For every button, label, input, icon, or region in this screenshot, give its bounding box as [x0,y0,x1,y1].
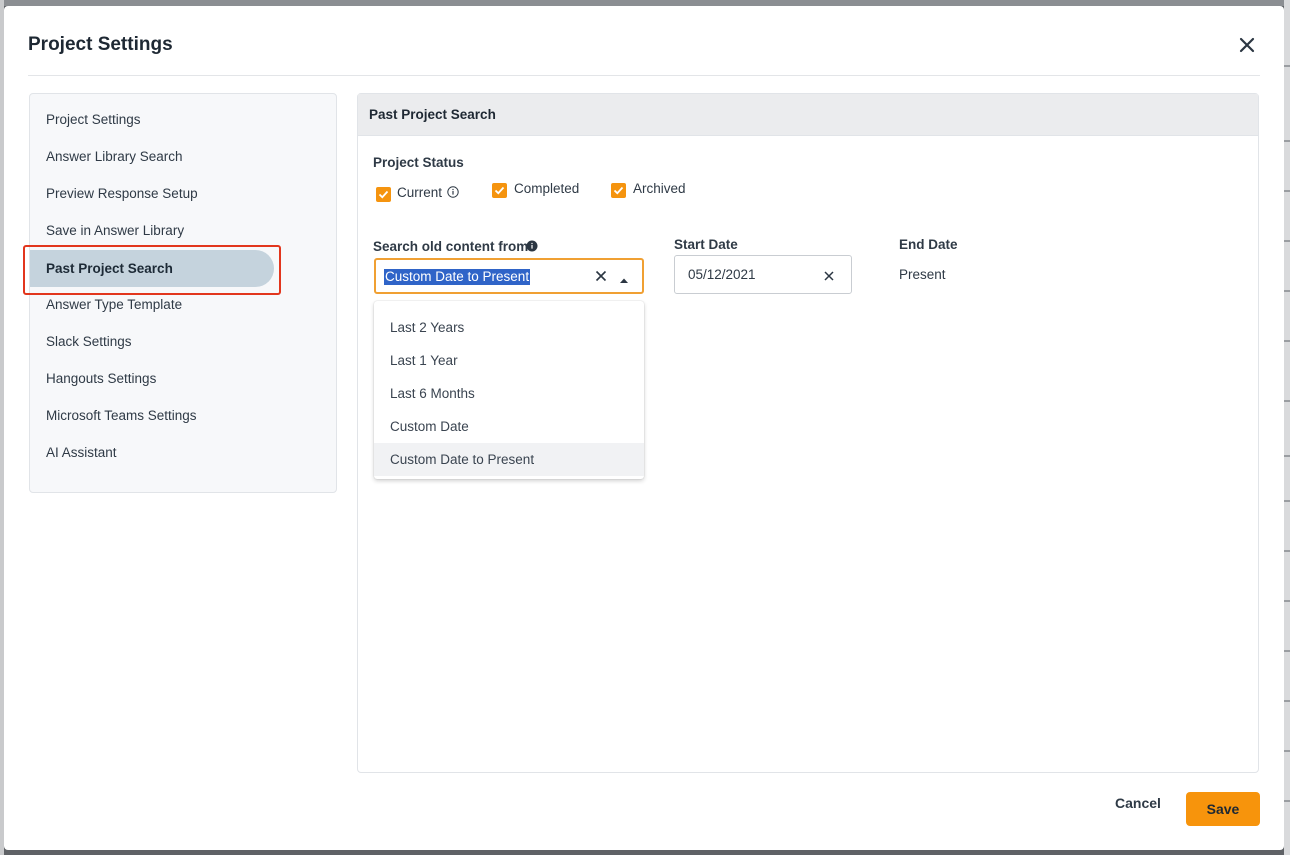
option-last-6-months[interactable]: Last 6 Months [374,377,644,410]
sidebar-item-hangouts-settings[interactable]: Hangouts Settings [30,360,280,397]
modal-header: Project Settings [28,6,1260,76]
option-custom-date-to-present[interactable]: Custom Date to Present [374,443,644,476]
project-status-label: Project Status [373,155,464,170]
archived-checkbox-label: Archived [633,181,686,196]
current-checkbox-label: Current [397,185,443,200]
completed-checkbox-label: Completed [514,181,580,196]
search-from-label: Search old content from [373,239,529,254]
background-app-right [1284,0,1290,855]
caret-up-icon[interactable] [619,272,629,283]
info-outline-icon[interactable] [447,185,459,198]
option-last-1-year[interactable]: Last 1 Year [374,344,644,377]
sidebar-item-ai-assistant[interactable]: AI Assistant [30,434,280,471]
start-date-input[interactable]: 05/12/2021 [674,255,852,294]
cancel-button[interactable]: Cancel [1103,786,1173,820]
sidebar-item-microsoft-teams-settings[interactable]: Microsoft Teams Settings [30,397,280,434]
sidebar-item-slack-settings[interactable]: Slack Settings [30,323,280,360]
clear-icon[interactable] [594,269,608,283]
modal-title: Project Settings [28,34,173,55]
end-date-label: End Date [899,237,958,252]
clear-date-icon[interactable] [823,269,835,281]
save-button[interactable]: Save [1186,792,1260,826]
panel-title: Past Project Search [358,94,1258,136]
current-checkbox[interactable] [376,187,391,202]
close-icon[interactable] [1236,34,1258,56]
select-value: Custom Date to Present [384,269,531,285]
completed-checkbox[interactable] [492,183,507,198]
project-settings-modal: Project Settings Project Settings Answer… [4,6,1284,850]
option-last-2-years[interactable]: Last 2 Years [374,311,644,344]
option-custom-date[interactable]: Custom Date [374,410,644,443]
archived-checkbox[interactable] [611,183,626,198]
sidebar-item-preview-response-setup[interactable]: Preview Response Setup [30,175,280,212]
sidebar-item-answer-type-template[interactable]: Answer Type Template [30,286,280,323]
search-from-select[interactable]: Custom Date to Present [374,258,644,294]
info-filled-icon[interactable] [526,239,538,252]
sidebar-item-project-settings[interactable]: Project Settings [30,101,280,138]
sidebar-item-save-in-answer-library[interactable]: Save in Answer Library [30,212,280,249]
start-date-value: 05/12/2021 [688,267,756,282]
past-project-search-panel: Past Project Search Project Status Curre… [357,93,1259,773]
sidebar-item-answer-library-search[interactable]: Answer Library Search [30,138,280,175]
sidebar-item-past-project-search[interactable]: Past Project Search [30,250,274,287]
start-date-label: Start Date [674,237,738,252]
end-date-value: Present [899,267,946,282]
search-from-dropdown: Last 2 Years Last 1 Year Last 6 Months C… [374,301,644,479]
settings-sidebar: Project Settings Answer Library Search P… [29,93,337,493]
